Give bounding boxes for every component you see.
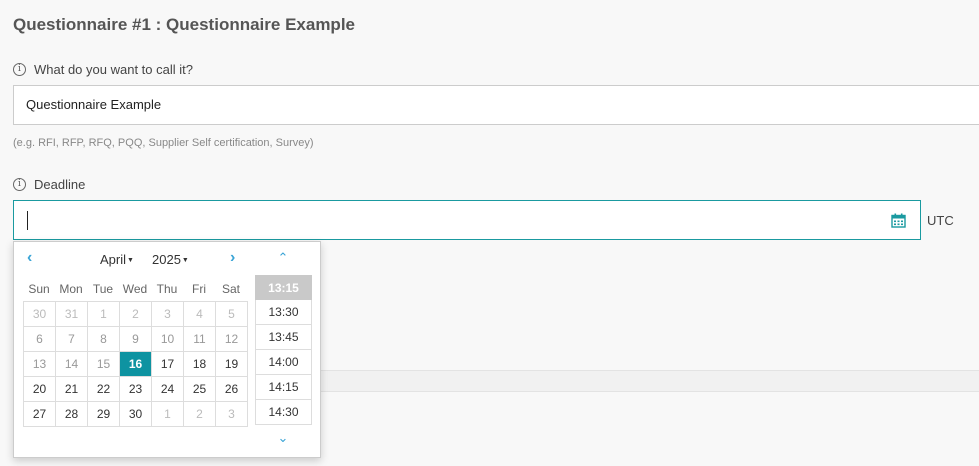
calendar-day[interactable]: 26 bbox=[215, 376, 248, 402]
time-option[interactable]: 13:45 bbox=[255, 325, 312, 350]
calendar-week: 6 7 8 9 10 11 12 bbox=[23, 326, 248, 352]
section-divider bbox=[320, 370, 979, 392]
weekday-header: Fri bbox=[192, 282, 206, 296]
time-option[interactable]: 14:00 bbox=[255, 350, 312, 375]
time-option[interactable]: 14:15 bbox=[255, 375, 312, 400]
calendar-day[interactable]: 21 bbox=[55, 376, 88, 402]
calendar-day[interactable]: 5 bbox=[215, 301, 248, 327]
name-label: i What do you want to call it? bbox=[13, 62, 193, 77]
chevron-right-icon[interactable]: › bbox=[230, 249, 235, 267]
year-select[interactable]: 2025▼ bbox=[152, 252, 189, 267]
calendar-day[interactable]: 13 bbox=[23, 351, 56, 377]
calendar-day[interactable]: 17 bbox=[151, 351, 184, 377]
calendar-day[interactable]: 7 bbox=[55, 326, 88, 352]
chevron-left-icon[interactable]: ‹ bbox=[27, 249, 32, 267]
calendar-icon[interactable] bbox=[891, 213, 906, 228]
calendar-grid: 30 31 1 2 3 4 5 6 7 8 9 10 11 12 13 14 1… bbox=[23, 301, 248, 427]
text-caret bbox=[27, 211, 28, 230]
weekday-header: Sun bbox=[28, 282, 50, 296]
time-option[interactable]: 14:30 bbox=[255, 400, 312, 425]
calendar-day[interactable]: 12 bbox=[215, 326, 248, 352]
info-icon[interactable]: i bbox=[13, 178, 26, 191]
calendar-week: 30 31 1 2 3 4 5 bbox=[23, 301, 248, 327]
calendar-day[interactable]: 24 bbox=[151, 376, 184, 402]
calendar-day[interactable]: 4 bbox=[183, 301, 216, 327]
calendar-day[interactable]: 18 bbox=[183, 351, 216, 377]
calendar-day[interactable]: 29 bbox=[87, 401, 120, 427]
calendar-week: 13 14 15 16 17 18 19 bbox=[23, 351, 248, 377]
weekday-header: Mon bbox=[59, 282, 83, 296]
chevron-down-icon[interactable]: ⌄ bbox=[269, 430, 297, 446]
calendar-day[interactable]: 23 bbox=[119, 376, 152, 402]
deadline-label: i Deadline bbox=[13, 177, 85, 192]
time-list: 13:15 13:30 13:45 14:00 14:15 14:30 bbox=[255, 275, 312, 425]
calendar-day[interactable]: 30 bbox=[119, 401, 152, 427]
calendar-day[interactable]: 27 bbox=[23, 401, 56, 427]
calendar-week: 27 28 29 30 1 2 3 bbox=[23, 401, 248, 427]
calendar-day[interactable]: 15 bbox=[87, 351, 120, 377]
calendar-day[interactable]: 3 bbox=[151, 301, 184, 327]
calendar-day[interactable]: 20 bbox=[23, 376, 56, 402]
weekday-header: Tue bbox=[92, 282, 114, 296]
time-option[interactable]: 13:30 bbox=[255, 300, 312, 325]
info-icon[interactable]: i bbox=[13, 63, 26, 76]
weekday-header: Thu bbox=[156, 282, 178, 296]
name-label-text: What do you want to call it? bbox=[34, 62, 193, 77]
page-title: Questionnaire #1 : Questionnaire Example bbox=[13, 15, 355, 34]
calendar-day[interactable]: 31 bbox=[55, 301, 88, 327]
weekday-header: Wed bbox=[122, 282, 148, 296]
calendar-day[interactable]: 19 bbox=[215, 351, 248, 377]
calendar-day[interactable]: 30 bbox=[23, 301, 56, 327]
calendar-day[interactable]: 1 bbox=[87, 301, 120, 327]
calendar-day[interactable]: 10 bbox=[151, 326, 184, 352]
calendar-day[interactable]: 22 bbox=[87, 376, 120, 402]
calendar-day[interactable]: 11 bbox=[183, 326, 216, 352]
chevron-up-icon[interactable]: ⌃ bbox=[269, 250, 297, 266]
timezone-label: UTC bbox=[927, 213, 954, 228]
calendar-day[interactable]: 25 bbox=[183, 376, 216, 402]
calendar-week: 20 21 22 23 24 25 26 bbox=[23, 376, 248, 402]
name-hint: (e.g. RFI, RFP, RFQ, PQQ, Supplier Self … bbox=[13, 137, 314, 149]
calendar-day[interactable]: 3 bbox=[215, 401, 248, 427]
calendar-day[interactable]: 28 bbox=[55, 401, 88, 427]
calendar-day[interactable]: 2 bbox=[119, 301, 152, 327]
datetime-picker: ‹ April▼ 2025▼ › Sun Mon Tue Wed Thu Fri… bbox=[13, 241, 321, 458]
calendar-day[interactable]: 8 bbox=[87, 326, 120, 352]
calendar-day[interactable]: 6 bbox=[23, 326, 56, 352]
calendar-day-selected[interactable]: 16 bbox=[119, 351, 152, 377]
weekday-header: Sat bbox=[221, 282, 240, 296]
calendar-day[interactable]: 1 bbox=[151, 401, 184, 427]
time-option-selected[interactable]: 13:15 bbox=[255, 275, 312, 300]
questionnaire-name-input[interactable]: Questionnaire Example bbox=[13, 85, 979, 125]
calendar-day[interactable]: 9 bbox=[119, 326, 152, 352]
calendar-day[interactable]: 14 bbox=[55, 351, 88, 377]
calendar-day[interactable]: 2 bbox=[183, 401, 216, 427]
month-select[interactable]: April▼ bbox=[100, 252, 134, 267]
deadline-label-text: Deadline bbox=[34, 177, 86, 192]
deadline-input[interactable] bbox=[13, 200, 921, 240]
